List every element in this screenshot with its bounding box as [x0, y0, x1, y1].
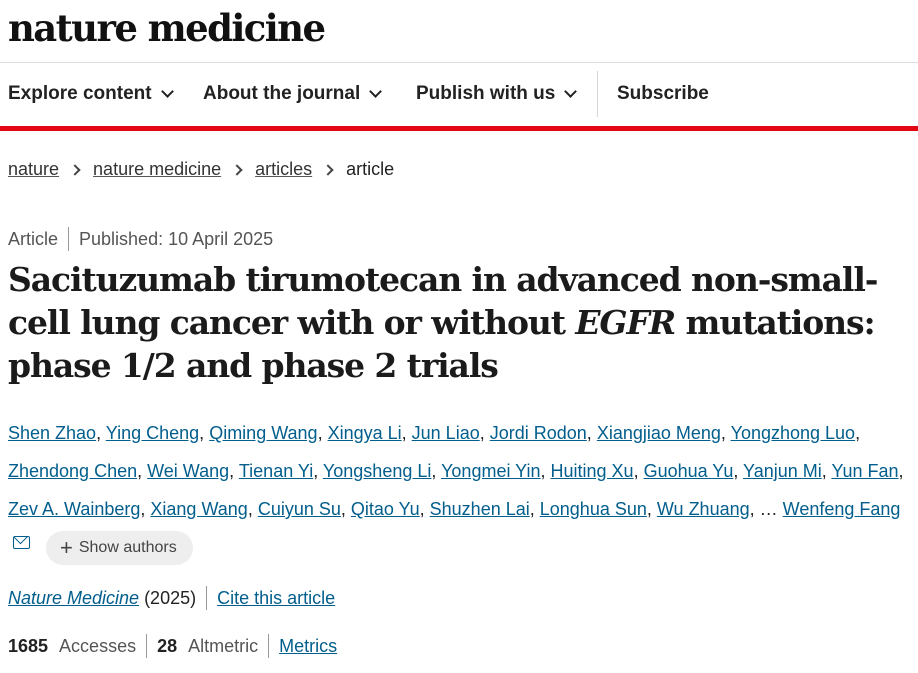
article-meta: Article Published: 10 April 2025 — [8, 227, 273, 251]
nav-divider — [597, 71, 598, 117]
chevron-right-icon — [69, 163, 81, 176]
author-link[interactable]: Longhua Sun — [540, 499, 647, 519]
journal-name: Nature Medicine — [8, 587, 140, 608]
altmetric-count: 28 — [157, 635, 178, 656]
author-link[interactable]: Jordi Rodon — [490, 423, 587, 443]
author-link[interactable]: Shen Zhao — [8, 423, 96, 443]
author-link[interactable]: Yun Fan — [831, 461, 898, 481]
chevron-down-icon — [369, 84, 383, 98]
author-link[interactable]: Xiang Wang — [150, 499, 247, 519]
subscribe-link[interactable]: Subscribe — [617, 83, 709, 105]
cite-article-link[interactable]: Cite this article — [217, 588, 335, 609]
altmetric-label: Altmetric — [188, 635, 259, 656]
author-link[interactable]: Yongzhong Luo — [731, 423, 855, 443]
chevron-right-icon — [322, 163, 334, 176]
plus-icon: + — [60, 535, 73, 561]
author-link[interactable]: Xingya Li — [328, 423, 402, 443]
author-link[interactable]: Guohua Yu — [644, 461, 734, 481]
article-title: Sacituzumab tirumotecan in advanced non-… — [8, 258, 908, 387]
nav-label: About the journal — [203, 83, 361, 104]
article-type: Article — [8, 228, 59, 249]
publication-year: (2025) — [144, 587, 197, 608]
nav-explore-content[interactable]: Explore content — [8, 83, 174, 105]
author-link[interactable]: Qiming Wang — [209, 423, 317, 443]
published-date: Published: 10 April 2025 — [79, 228, 274, 249]
accesses-label: Accesses — [59, 635, 137, 656]
author-link[interactable]: Tienan Yi — [239, 461, 313, 481]
metrics-link[interactable]: Metrics — [279, 636, 337, 657]
title-gene-name: EGFR — [575, 303, 676, 342]
nav-about-journal[interactable]: About the journal — [203, 83, 383, 105]
author-link-corresponding[interactable]: Wenfeng Fang — [783, 499, 901, 519]
author-link[interactable]: Yongsheng Li — [323, 461, 431, 481]
divider — [206, 586, 208, 610]
accent-bar — [0, 126, 918, 131]
breadcrumb: nature nature medicine articles article — [8, 159, 394, 180]
author-link[interactable]: Wei Wang — [147, 461, 229, 481]
author-link[interactable]: Wu Zhuang — [657, 499, 750, 519]
envelope-icon[interactable] — [13, 536, 30, 549]
author-link[interactable]: Qitao Yu — [351, 499, 420, 519]
author-link[interactable]: Ying Cheng — [106, 423, 199, 443]
author-link[interactable]: Jun Liao — [412, 423, 480, 443]
site-logo[interactable]: nature medicine — [8, 6, 326, 50]
author-link[interactable]: Yongmei Yin — [441, 461, 540, 481]
main-nav: Explore content About the journal Publis… — [0, 62, 918, 127]
journal-link[interactable]: Nature Medicine — [8, 588, 139, 609]
divider — [68, 227, 70, 251]
chevron-down-icon — [160, 84, 174, 98]
author-link[interactable]: Shuzhen Lai — [430, 499, 530, 519]
show-authors-label: Show authors — [78, 539, 177, 557]
author-link[interactable]: Huiting Xu — [551, 461, 634, 481]
author-link[interactable]: Cuiyun Su — [258, 499, 341, 519]
breadcrumb-current: article — [346, 159, 395, 179]
author-link[interactable]: Xiangjiao Meng — [597, 423, 721, 443]
author-link[interactable]: Zev A. Wainberg — [8, 499, 140, 519]
author-link[interactable]: Yanjun Mi — [743, 461, 822, 481]
chevron-down-icon — [564, 84, 578, 98]
author-list: Shen Zhao, Ying Cheng, Qiming Wang, Xing… — [8, 414, 913, 566]
nav-publish-with-us[interactable]: Publish with us — [416, 83, 578, 105]
nav-label: Explore content — [8, 83, 152, 104]
author-ellipsis: … — [759, 499, 778, 519]
divider — [268, 634, 270, 658]
article-metrics: 1685 Accesses 28 Altmetric Metrics — [8, 634, 337, 658]
nav-label: Publish with us — [416, 83, 556, 104]
divider — [146, 634, 148, 658]
accesses-count: 1685 — [8, 635, 49, 656]
breadcrumb-articles[interactable]: articles — [255, 159, 312, 180]
breadcrumb-nature[interactable]: nature — [8, 159, 59, 180]
breadcrumb-nature-medicine[interactable]: nature medicine — [93, 159, 221, 180]
chevron-right-icon — [231, 163, 243, 176]
author-link[interactable]: Zhendong Chen — [8, 461, 137, 481]
citation-line: Nature Medicine (2025) Cite this article — [8, 586, 335, 610]
show-authors-button[interactable]: + Show authors — [46, 531, 193, 566]
